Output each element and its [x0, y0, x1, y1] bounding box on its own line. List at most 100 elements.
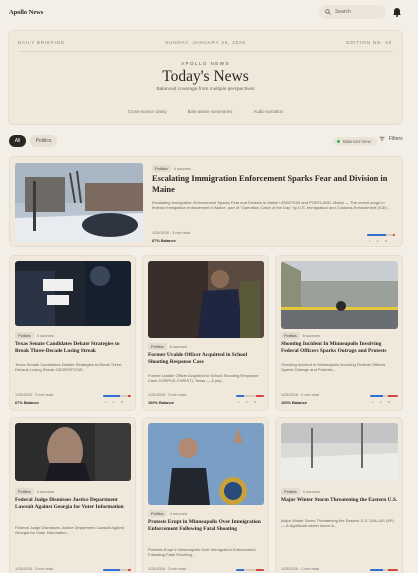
article-tag-row: Politics 4 sources [148, 510, 187, 517]
category-badge[interactable]: Politics [148, 343, 167, 350]
article-image [15, 261, 131, 326]
search-icon [325, 9, 331, 15]
page-subtitle: Balanced coverage from multiple perspect… [156, 87, 255, 92]
tick-left: L [372, 400, 374, 404]
balance-score: 100% Balance [148, 400, 174, 405]
category-badge[interactable]: Politics [152, 165, 171, 172]
tick-center: C [112, 400, 115, 404]
tick-left: L [105, 400, 107, 404]
article-image [148, 423, 264, 505]
tick-right: R [387, 400, 391, 404]
article-meta: 1/25/2026 · 3 min read [148, 567, 187, 571]
article-card[interactable]: Politics 4 sources Protests Erupt in Minn… [142, 417, 269, 573]
article-card[interactable]: Politics 4 sources Texas Senate Candidate… [9, 255, 136, 411]
balance-score: 67% Balance [15, 400, 39, 405]
article-title[interactable]: Major Winter Storm Threatening the Easte… [281, 497, 400, 504]
article-summary: Former Uvalde Officer Acquitted in Schoo… [148, 373, 259, 384]
balanced-view-toggle[interactable]: Balanced View [333, 137, 378, 146]
article-tag-row: Politics 6 sources [148, 343, 187, 350]
tick-left: L [369, 239, 371, 243]
article-image [148, 261, 264, 338]
search-placeholder: Search [335, 9, 351, 15]
article-tag-row: Politics 4 sources [15, 332, 54, 339]
balance-bar [370, 569, 398, 571]
tick-center: C [245, 400, 248, 404]
filters-label: Filters [389, 136, 403, 142]
filter-icon [379, 136, 385, 142]
tick-center: C [376, 239, 379, 243]
article-meta: 1/25/2026 · 3 min read [15, 393, 54, 397]
balance-ticks: LCR [372, 400, 390, 404]
article-image [15, 423, 131, 481]
hero-kicker: APOLLO NEWS [181, 61, 230, 66]
hero-date: SUNDAY, JANUARY 25, 2026 [165, 40, 246, 45]
article-meta: 1/25/2026 · 2 min read [281, 567, 320, 571]
source-count: 4 sources [36, 489, 55, 494]
category-badge[interactable]: Politics [15, 488, 34, 495]
feature-list: Cross-source clarity Bias-aware summarie… [9, 109, 402, 114]
balance-bar [236, 395, 264, 397]
source-count: 8 sources [302, 333, 321, 338]
filter-bar: All Politics Balanced View Filters [9, 134, 403, 148]
balance-ticks: LCR [369, 239, 387, 243]
article-card[interactable]: Politics 4 sources Major Winter Storm Thr… [275, 417, 403, 573]
source-count: 4 sources [173, 166, 192, 171]
article-meta: 1/25/2026 · 2 min read [281, 393, 320, 397]
balance-bar [370, 395, 398, 397]
article-meta: 1/25/2026 · 3 min read [152, 231, 191, 235]
featured-article-card[interactable]: Politics 4 sources Escalating Immigratio… [9, 156, 403, 247]
balance-score: 67% Balance [152, 238, 176, 243]
balance-score: 100% Balance [281, 400, 307, 405]
article-card[interactable]: Politics 6 sources Former Uvalde Officer … [142, 255, 269, 411]
article-title[interactable]: Shooting Incident In Minneapolis Involvi… [281, 341, 400, 355]
article-tag-row: Politics 4 sources [15, 488, 54, 495]
daily-briefing-hero: DAILY BRIEFING SUNDAY, JANUARY 25, 2026 … [8, 30, 403, 125]
balance-ticks: LCR [238, 400, 256, 404]
article-card[interactable]: Politics 8 sources Shooting Incident In M… [275, 255, 403, 411]
filter-all-tab[interactable]: All [9, 135, 26, 147]
article-tag-row: Politics 8 sources [281, 332, 320, 339]
source-count: 4 sources [169, 511, 188, 516]
article-title[interactable]: Escalating Immigration Enforcement Spark… [152, 174, 397, 195]
article-summary: Shooting Incident In Minneapolis Involvi… [281, 362, 386, 373]
category-badge[interactable]: Politics [281, 488, 300, 495]
balance-bar [367, 234, 395, 236]
article-title[interactable]: Federal Judge Dismisses Justice Departme… [15, 497, 133, 511]
article-summary: Protests Erupt in Minneapolis Over Immig… [148, 547, 256, 558]
article-summary: Texas Senate Candidates Debate Strategie… [15, 362, 123, 373]
article-tag-row: Politics 4 sources [281, 488, 320, 495]
category-badge[interactable]: Politics [15, 332, 34, 339]
edition-number: EDITION NO. 42 [346, 40, 392, 45]
article-image [281, 261, 398, 329]
tick-right: R [120, 400, 124, 404]
search-input[interactable]: Search [319, 5, 386, 19]
category-badge[interactable]: Politics [148, 510, 167, 517]
bell-icon[interactable] [392, 6, 402, 17]
feature-item: Cross-source clarity [127, 109, 167, 114]
article-title[interactable]: Former Uvalde Officer Acquitted in Schoo… [148, 352, 266, 366]
source-count: 6 sources [169, 344, 188, 349]
article-title[interactable]: Texas Senate Candidates Debate Strategie… [15, 341, 133, 355]
balance-bar [103, 569, 131, 571]
filters-button[interactable]: Filters [379, 136, 403, 142]
feature-item: Audio narration [253, 109, 284, 114]
article-image [281, 423, 398, 481]
article-summary: Major Winter Storm Threatening the Easte… [281, 518, 394, 529]
article-meta: 1/25/2026 · 3 min read [15, 567, 54, 571]
tick-right: R [253, 400, 257, 404]
tick-right: R [384, 239, 388, 243]
article-title[interactable]: Protests Erupt in Minneapolis Over Immig… [148, 519, 266, 533]
page-title: Today's News [162, 68, 249, 85]
tick-center: C [379, 400, 382, 404]
feature-item: Bias-aware summaries [187, 109, 233, 114]
category-badge[interactable]: Politics [281, 332, 300, 339]
tick-left: L [238, 400, 240, 404]
filter-politics-tab[interactable]: Politics [30, 135, 57, 147]
source-count: 4 sources [302, 489, 321, 494]
balanced-view-label: Balanced View [343, 139, 371, 144]
article-card[interactable]: Politics 4 sources Federal Judge Dismisse… [9, 417, 136, 573]
article-summary: Escalating Immigration Enforcement Spark… [152, 200, 391, 211]
article-tag-row: Politics 4 sources [152, 165, 191, 172]
article-meta: 1/25/2026 · 3 min read [148, 393, 187, 397]
brand-logo[interactable]: Apollo News [9, 9, 43, 16]
